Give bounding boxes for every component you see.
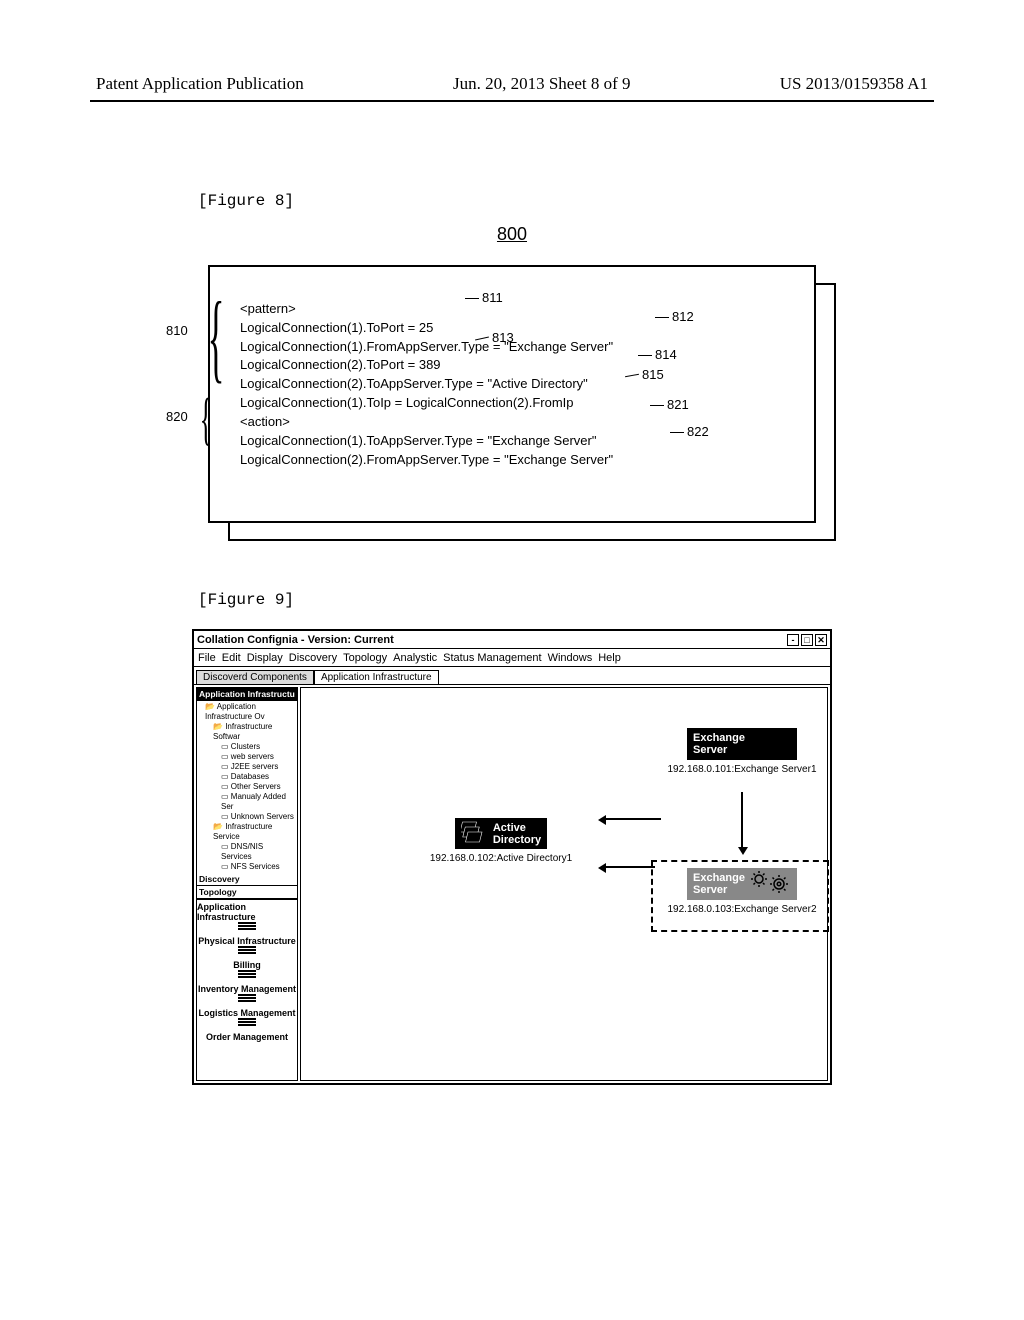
figure-8-number: 800 xyxy=(90,224,934,245)
tree-item[interactable]: ▭ Clusters xyxy=(199,742,295,752)
window-titlebar: Collation Confignia - Version: Current -… xyxy=(194,631,830,649)
sidebar-item-phys-infra[interactable]: Physical Infrastructure xyxy=(197,934,297,958)
code-line: LogicalConnection(2).ToPort = 389 xyxy=(240,357,441,372)
sidebar-item-order[interactable]: Order Management xyxy=(197,1030,297,1044)
sidebar-item-app-infra[interactable]: Application Infrastructure xyxy=(197,900,297,934)
node-label: Exchange Server xyxy=(687,868,797,900)
sidebar-item-billing[interactable]: Billing xyxy=(197,958,297,982)
node-caption: 192.168.0.102:Active Directory1 xyxy=(401,853,601,864)
page-header: Patent Application Publication Jun. 20, … xyxy=(90,74,934,98)
figure-8-frame-front: 810 { 820 { <pattern> LogicalConnection(… xyxy=(208,265,816,523)
stack-icon xyxy=(238,946,256,956)
code-line: LogicalConnection(1).ToIp = LogicalConne… xyxy=(240,395,574,410)
menu-bar[interactable]: File Edit Display Discovery Topology Ana… xyxy=(194,649,830,667)
sidebar-section-topology[interactable]: Topology xyxy=(197,886,297,899)
sidebar-section-discovery[interactable]: Discovery xyxy=(197,873,297,886)
callout-811: 811 xyxy=(465,290,503,305)
menu-item-topology[interactable]: Topology xyxy=(343,652,387,664)
tab-application-infrastructure[interactable]: Application Infrastructure xyxy=(314,670,439,684)
code-line: <pattern> xyxy=(240,301,296,316)
arrow-ex1-to-ad xyxy=(601,818,661,820)
figure-8-caption: [Figure 8] xyxy=(198,192,934,210)
callout-813: 813 xyxy=(475,330,514,345)
stack-icon xyxy=(238,1018,256,1028)
arrow-ex1-down xyxy=(741,792,743,852)
header-rule xyxy=(90,100,934,102)
code-line: LogicalConnection(1).ToPort = 25 xyxy=(240,320,433,335)
code-line: LogicalConnection(1).ToAppServer.Type = … xyxy=(240,433,596,448)
tree-item[interactable]: ▭ web servers xyxy=(199,752,295,762)
sidebar-item-inventory[interactable]: Inventory Management xyxy=(197,982,297,1006)
node-label: Active Directory xyxy=(455,818,547,849)
figure-8-code: <pattern> LogicalConnection(1).ToPort = … xyxy=(240,281,820,488)
node-exchange-1[interactable]: Exchange Server 192.168.0.101:Exchange S… xyxy=(657,728,827,775)
stack-icon xyxy=(238,922,256,932)
brace-810-icon: { xyxy=(208,279,225,394)
stack-icon xyxy=(238,970,256,980)
menu-item-edit[interactable]: Edit xyxy=(222,652,241,664)
tab-discovered-components[interactable]: Discoverd Components xyxy=(196,670,314,684)
tab-row: Discoverd Components Application Infrast… xyxy=(194,667,830,685)
stack-icon xyxy=(238,994,256,1004)
node-caption: 192.168.0.103:Exchange Server2 xyxy=(657,904,827,915)
group-label-810: 810 xyxy=(166,323,188,338)
tree-item[interactable]: 📂 Infrastructure Softwar xyxy=(199,722,295,742)
window-title: Collation Confignia - Version: Current xyxy=(197,634,394,646)
header-right: US 2013/0159358 A1 xyxy=(780,74,928,94)
menu-item-file[interactable]: File xyxy=(198,652,216,664)
node-exchange-2-group[interactable]: Exchange Server 192.168.0.103:Exchange S… xyxy=(651,860,829,932)
code-line: <action> xyxy=(240,414,290,429)
header-left: Patent Application Publication xyxy=(96,74,304,94)
menu-item-status[interactable]: Status Management xyxy=(443,652,541,664)
figure-9-caption: [Figure 9] xyxy=(198,591,934,609)
callout-814: 814 xyxy=(638,347,677,362)
tree-item[interactable]: ▭ DNS/NIS Services xyxy=(199,842,295,862)
node-caption: 192.168.0.101:Exchange Server1 xyxy=(657,764,827,775)
header-mid: Jun. 20, 2013 Sheet 8 of 9 xyxy=(453,74,631,94)
tree-item[interactable]: ▭ Other Servers xyxy=(199,782,295,792)
sidebar: Application Infrastructu 📂 Application I… xyxy=(196,687,298,1081)
tree-item[interactable]: ▭ Databases xyxy=(199,772,295,782)
maximize-icon[interactable]: □ xyxy=(801,634,813,646)
figure-8: 810 { 820 { <pattern> LogicalConnection(… xyxy=(208,265,848,537)
tree-item[interactable]: 📂 Application Infrastructure Ov xyxy=(199,702,295,722)
callout-822: 822 xyxy=(670,424,709,439)
code-line: LogicalConnection(2).ToAppServer.Type = … xyxy=(240,376,588,391)
node-active-directory[interactable]: Active Directory 192.168.0.102:Active Di… xyxy=(401,818,601,864)
sidebar-section-app-infra[interactable]: Application Infrastructu xyxy=(197,688,297,701)
callout-821: 821 xyxy=(650,397,689,412)
tree-item[interactable]: ▭ NFS Services xyxy=(199,862,295,872)
directory-icon xyxy=(461,820,489,847)
gear-icon xyxy=(749,870,791,898)
tree-item[interactable]: ▭ Manualy Added Ser xyxy=(199,792,295,812)
tree-item[interactable]: ▭ J2EE servers xyxy=(199,762,295,772)
menu-item-analystic[interactable]: Analystic xyxy=(393,652,437,664)
sidebar-tree: 📂 Application Infrastructure Ov 📂 Infras… xyxy=(197,701,297,873)
menu-item-display[interactable]: Display xyxy=(247,652,283,664)
figure-9-window: Collation Confignia - Version: Current -… xyxy=(192,629,832,1085)
brace-820-icon: { xyxy=(200,385,213,452)
topology-canvas[interactable]: Exchange Server 192.168.0.101:Exchange S… xyxy=(300,687,828,1081)
menu-item-help[interactable]: Help xyxy=(598,652,621,664)
code-line: LogicalConnection(2).FromAppServer.Type … xyxy=(240,452,613,467)
close-icon[interactable]: ✕ xyxy=(815,634,827,646)
code-line: LogicalConnection(1).FromAppServer.Type … xyxy=(240,339,613,354)
gear-icon xyxy=(749,730,791,758)
callout-812: 812 xyxy=(655,309,694,324)
arrow-ex2-to-ad xyxy=(601,866,655,868)
callout-815: 815 xyxy=(625,367,664,382)
group-label-820: 820 xyxy=(166,409,188,424)
minimize-icon[interactable]: - xyxy=(787,634,799,646)
tree-item[interactable]: 📂 Infrastructure Service xyxy=(199,822,295,842)
menu-item-discovery[interactable]: Discovery xyxy=(289,652,337,664)
node-label: Exchange Server xyxy=(687,728,797,760)
sidebar-item-logistics[interactable]: Logistics Management xyxy=(197,1006,297,1030)
menu-item-windows[interactable]: Windows xyxy=(548,652,593,664)
tree-item[interactable]: ▭ Unknown Servers xyxy=(199,812,295,822)
